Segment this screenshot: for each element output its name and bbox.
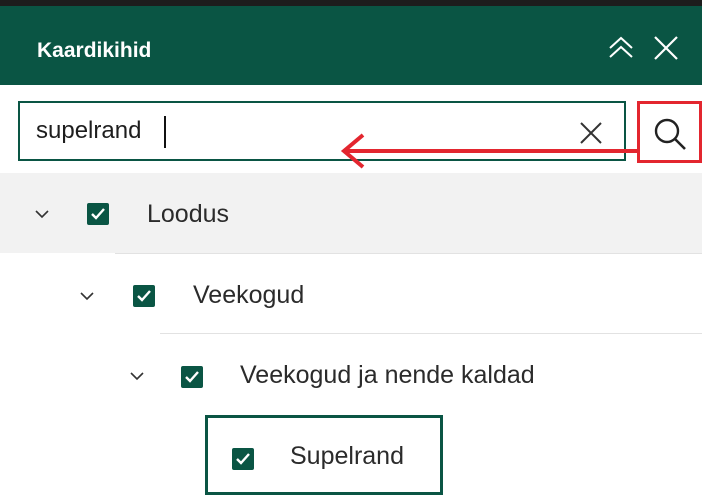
chevron-down-icon[interactable]	[78, 287, 96, 305]
checkmark-icon	[185, 371, 199, 383]
chevron-down-icon[interactable]	[33, 205, 51, 223]
checkbox-checked[interactable]	[232, 448, 254, 470]
chevron-down-icon[interactable]	[128, 367, 146, 385]
tree-item-loodus[interactable]: Loodus	[0, 173, 702, 253]
tree-item-label: Veekogud ja nende kaldad	[240, 361, 535, 389]
divider	[160, 333, 702, 334]
checkbox-checked[interactable]	[181, 366, 203, 388]
tree-item-label: Supelrand	[290, 442, 404, 470]
checkmark-icon	[236, 453, 250, 465]
checkmark-icon	[91, 208, 105, 220]
tree-item-label: Loodus	[147, 200, 230, 228]
tree-item-supelrand[interactable]: Supelrand	[205, 415, 443, 495]
tree-item-label: Veekogud	[193, 281, 305, 309]
tree-item-veekogud[interactable]: Veekogud	[80, 253, 702, 333]
checkmark-icon	[137, 290, 151, 302]
divider	[115, 253, 702, 254]
tree-item-veekogud-ja-nende-kaldad[interactable]: Veekogud ja nende kaldad	[130, 333, 702, 413]
checkbox-checked[interactable]	[133, 285, 155, 307]
checkbox-checked[interactable]	[87, 203, 109, 225]
